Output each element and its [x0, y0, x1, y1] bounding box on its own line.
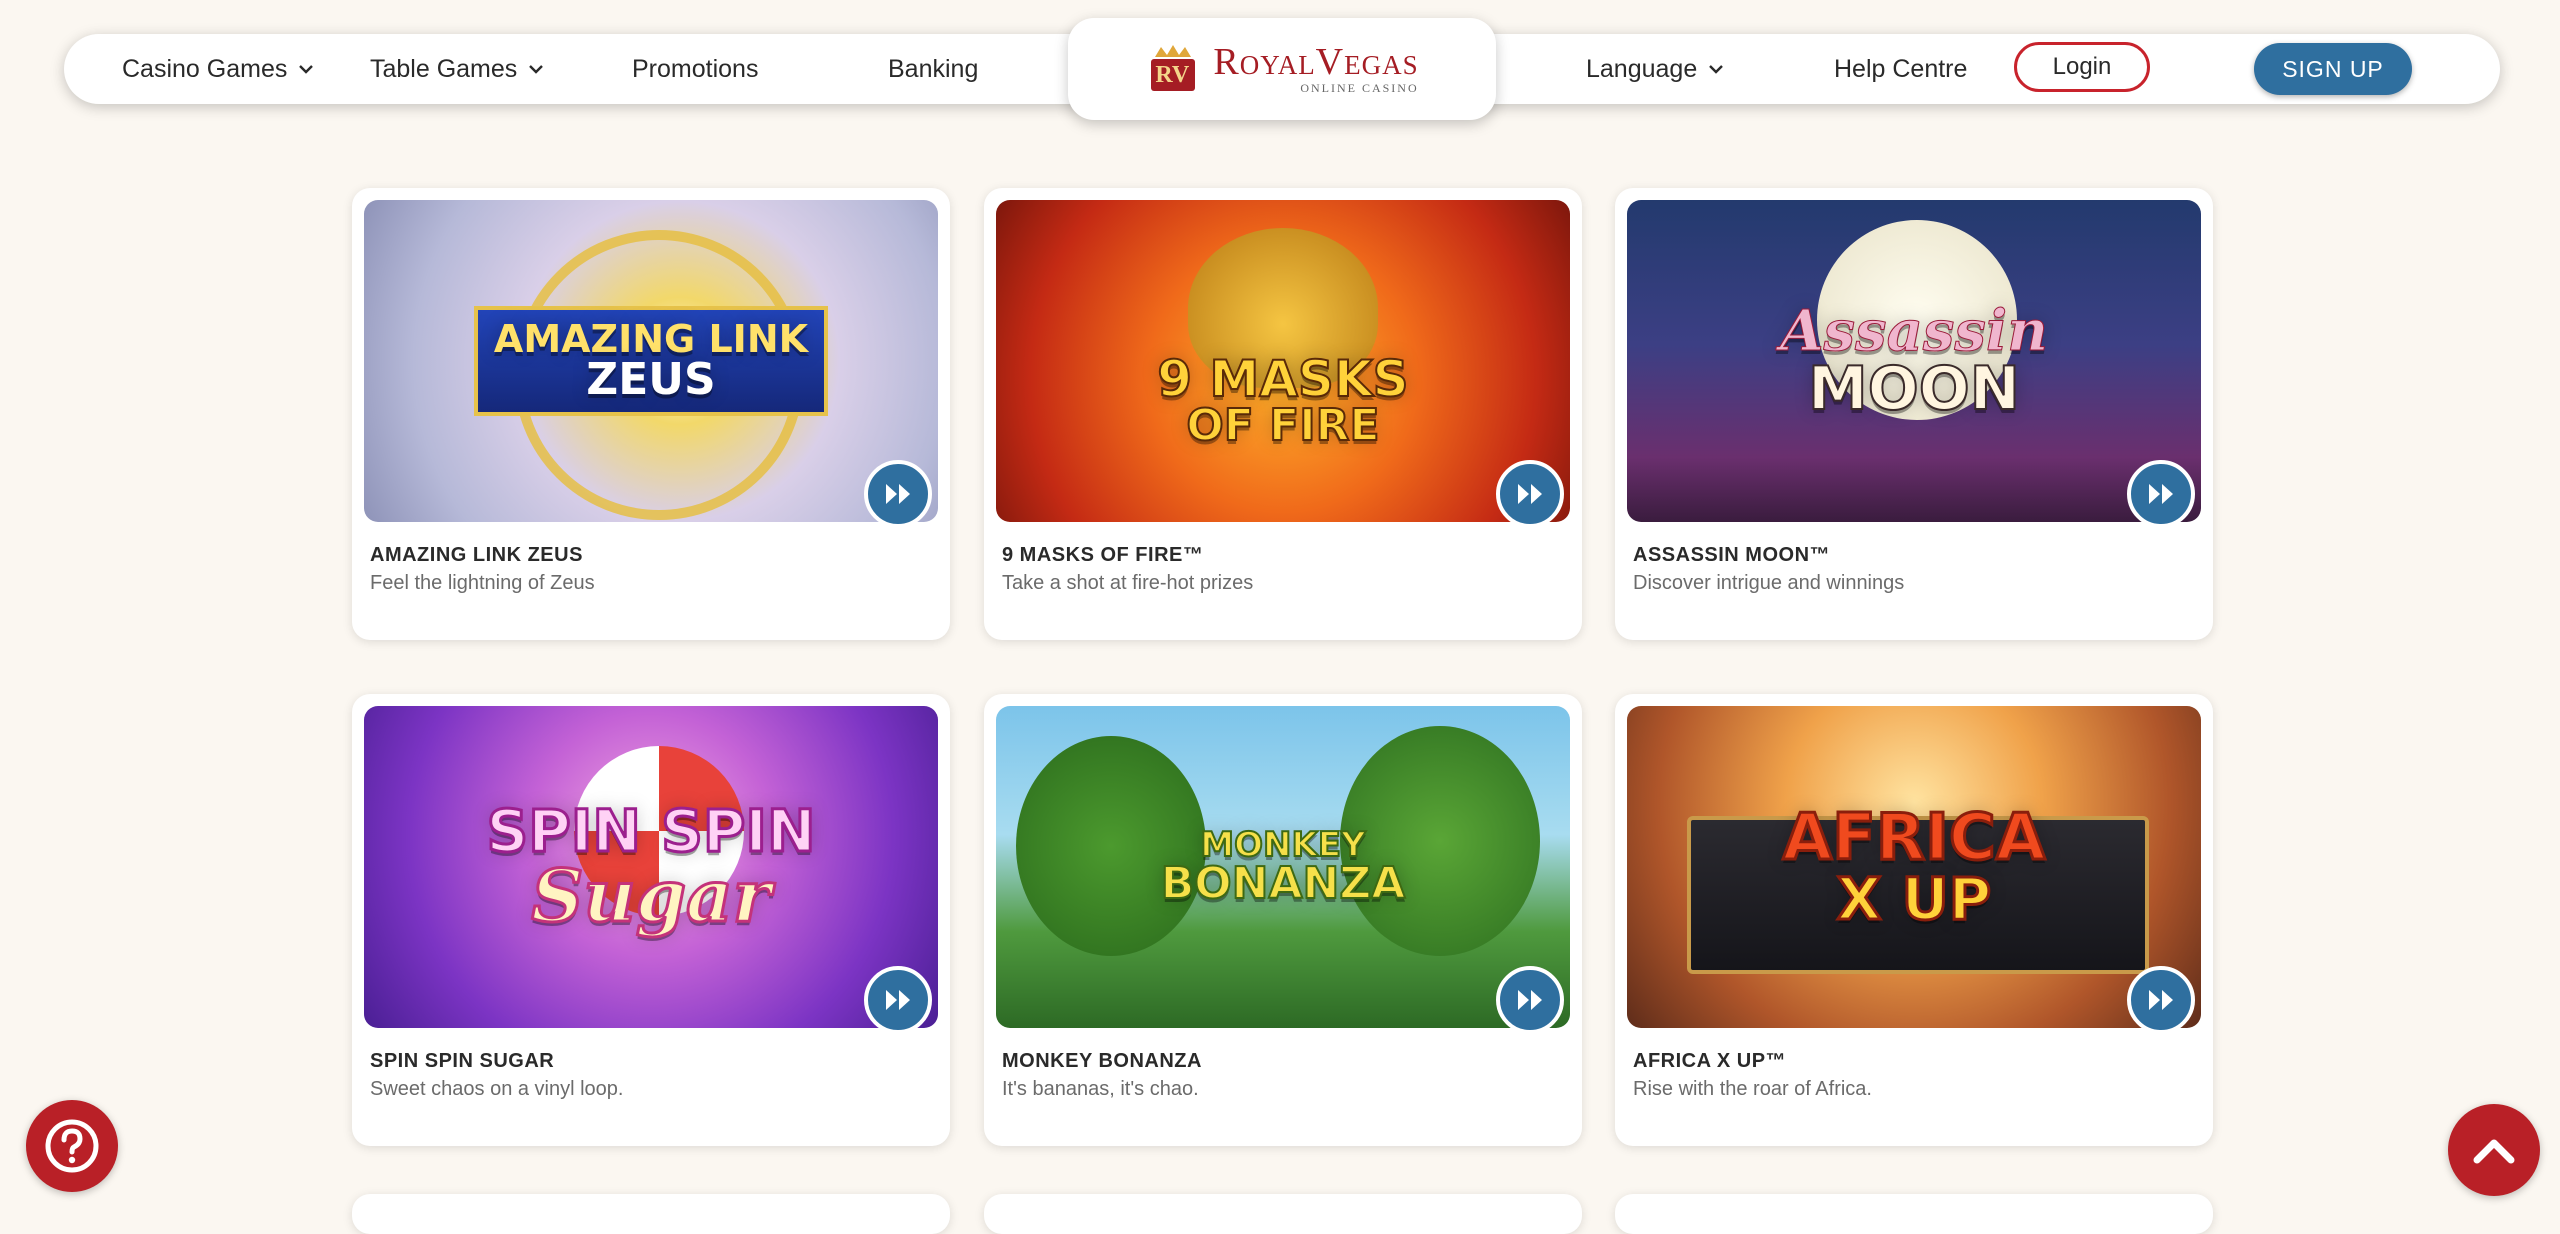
game-title: SPIN SPIN SUGAR — [370, 1050, 555, 1072]
nav-table-games-label: Table Games — [370, 54, 518, 83]
logo-name: RoyalVegas — [1213, 40, 1419, 83]
nav-help-centre[interactable]: Help Centre — [1834, 34, 1967, 104]
thumbnail-logo: AFRICA X UP — [1781, 801, 2047, 933]
nav-casino-games[interactable]: Casino Games — [122, 34, 315, 104]
thumbnail-logo-line1: AMAZING LINK — [493, 317, 809, 361]
game-title: AFRICA X UP™ — [1633, 1050, 1787, 1072]
thumbnail-logo: MONKEY BONANZA — [1160, 825, 1407, 909]
nav-help-centre-label: Help Centre — [1834, 54, 1968, 83]
game-card-monkey-bonanza[interactable]: MONKEY BONANZA MONKEY BONANZA It's banan… — [984, 694, 1582, 1146]
chevron-down-icon — [1709, 65, 1724, 74]
game-thumbnail[interactable]: AMAZING LINK ZEUS — [364, 200, 938, 522]
thumbnail-logo: SPIN SPIN Sugar — [485, 797, 817, 938]
chevron-down-icon — [529, 65, 544, 74]
back-to-top-button[interactable] — [2448, 1104, 2540, 1196]
nav-promotions-label: Promotions — [632, 54, 759, 83]
game-card-9-masks-of-fire[interactable]: 9 MASKS OF FIRE 9 MASKS OF FIRE™ Take a … — [984, 188, 1582, 640]
game-description: Feel the lightning of Zeus — [370, 572, 595, 594]
fast-forward-icon — [1518, 990, 1542, 1010]
play-button[interactable] — [2127, 966, 2195, 1034]
nav-promotions[interactable]: Promotions — [632, 34, 758, 104]
game-thumbnail[interactable]: 9 MASKS OF FIRE — [996, 200, 1570, 522]
play-button[interactable] — [1496, 460, 1564, 528]
thumbnail-logo-line2: MOON — [1807, 354, 2021, 424]
thumbnail-logo: AMAZING LINK ZEUS — [473, 306, 829, 416]
thumbnail-logo: Assassin MOON — [1780, 298, 2049, 424]
game-card-assassin-moon[interactable]: Assassin MOON ASSASSIN MOON™ Discover in… — [1615, 188, 2213, 640]
thumbnail-logo-line2: BONANZA — [1160, 858, 1407, 909]
game-description: Discover intrigue and winnings — [1633, 572, 1905, 594]
fast-forward-icon — [2149, 990, 2173, 1010]
login-button[interactable]: Login — [2014, 42, 2150, 92]
play-button[interactable] — [864, 966, 932, 1034]
question-circle-icon — [45, 1119, 99, 1173]
thumbnail-logo-line1: Assassin — [1780, 298, 2049, 364]
fast-forward-icon — [2149, 484, 2173, 504]
thumbnail-logo: 9 MASKS OF FIRE — [1156, 350, 1409, 451]
play-button[interactable] — [2127, 460, 2195, 528]
game-title: MONKEY BONANZA — [1002, 1050, 1202, 1072]
help-button[interactable] — [26, 1100, 118, 1192]
nav-language-label: Language — [1586, 54, 1698, 83]
game-card-amazing-link-zeus[interactable]: AMAZING LINK ZEUS AMAZING LINK ZEUS Feel… — [352, 188, 950, 640]
game-description: It's bananas, it's chao. — [1002, 1078, 1199, 1100]
play-button[interactable] — [1496, 966, 1564, 1034]
royal-vegas-logo: RV RoyalVegas ONLINE CASINO — [1145, 43, 1418, 96]
nav-banking[interactable]: Banking — [888, 34, 978, 104]
thumbnail-logo-line1: SPIN SPIN — [485, 797, 817, 865]
game-title: 9 MASKS OF FIRE™ — [1002, 544, 1204, 566]
fast-forward-icon — [886, 990, 910, 1010]
nav-language[interactable]: Language — [1586, 34, 1725, 104]
thumbnail-logo-line1: AFRICA — [1781, 801, 2047, 875]
game-thumbnail[interactable]: MONKEY BONANZA — [996, 706, 1570, 1028]
fast-forward-icon — [1518, 484, 1542, 504]
game-card-partial[interactable] — [1615, 1194, 2213, 1234]
game-card-spin-spin-sugar[interactable]: SPIN SPIN Sugar SPIN SPIN SUGAR Sweet ch… — [352, 694, 950, 1146]
game-card-partial[interactable] — [984, 1194, 1582, 1234]
game-description: Rise with the roar of Africa. — [1633, 1078, 1872, 1100]
game-card-partial[interactable] — [352, 1194, 950, 1234]
chevron-up-icon — [2473, 1139, 2515, 1164]
game-card-africa-x-up[interactable]: AFRICA X UP AFRICA X UP™ Rise with the r… — [1615, 694, 2213, 1146]
logo-link[interactable]: RV RoyalVegas ONLINE CASINO — [1068, 18, 1496, 120]
game-title: AMAZING LINK ZEUS — [370, 544, 583, 566]
thumbnail-logo-line2: OF FIRE — [1185, 400, 1380, 451]
game-title: ASSASSIN MOON™ — [1633, 544, 1831, 566]
thumbnail-logo-line2: Sugar — [530, 853, 772, 938]
game-thumbnail[interactable]: Assassin MOON — [1627, 200, 2201, 522]
logo-monogram: RV — [1155, 62, 1190, 88]
game-description: Take a shot at fire-hot prizes — [1002, 572, 1254, 594]
nav-table-games[interactable]: Table Games — [370, 34, 545, 104]
crown-monogram-icon: RV — [1145, 43, 1201, 95]
thumbnail-logo-line2: ZEUS — [586, 354, 716, 405]
nav-casino-games-label: Casino Games — [122, 54, 288, 83]
logo-subtitle: ONLINE CASINO — [1300, 80, 1419, 95]
chevron-down-icon — [299, 65, 314, 74]
game-thumbnail[interactable]: SPIN SPIN Sugar — [364, 706, 938, 1028]
thumbnail-logo-line1: MONKEY — [1199, 825, 1366, 865]
thumbnail-logo-line1: 9 MASKS — [1156, 350, 1409, 408]
game-description: Sweet chaos on a vinyl loop. — [370, 1078, 624, 1100]
play-button[interactable] — [864, 460, 932, 528]
nav-banking-label: Banking — [888, 54, 979, 83]
fast-forward-icon — [886, 484, 910, 504]
game-thumbnail[interactable]: AFRICA X UP — [1627, 706, 2201, 1028]
sign-up-button[interactable]: SIGN UP — [2254, 43, 2412, 95]
thumbnail-logo-line2: X UP — [1835, 865, 1993, 933]
